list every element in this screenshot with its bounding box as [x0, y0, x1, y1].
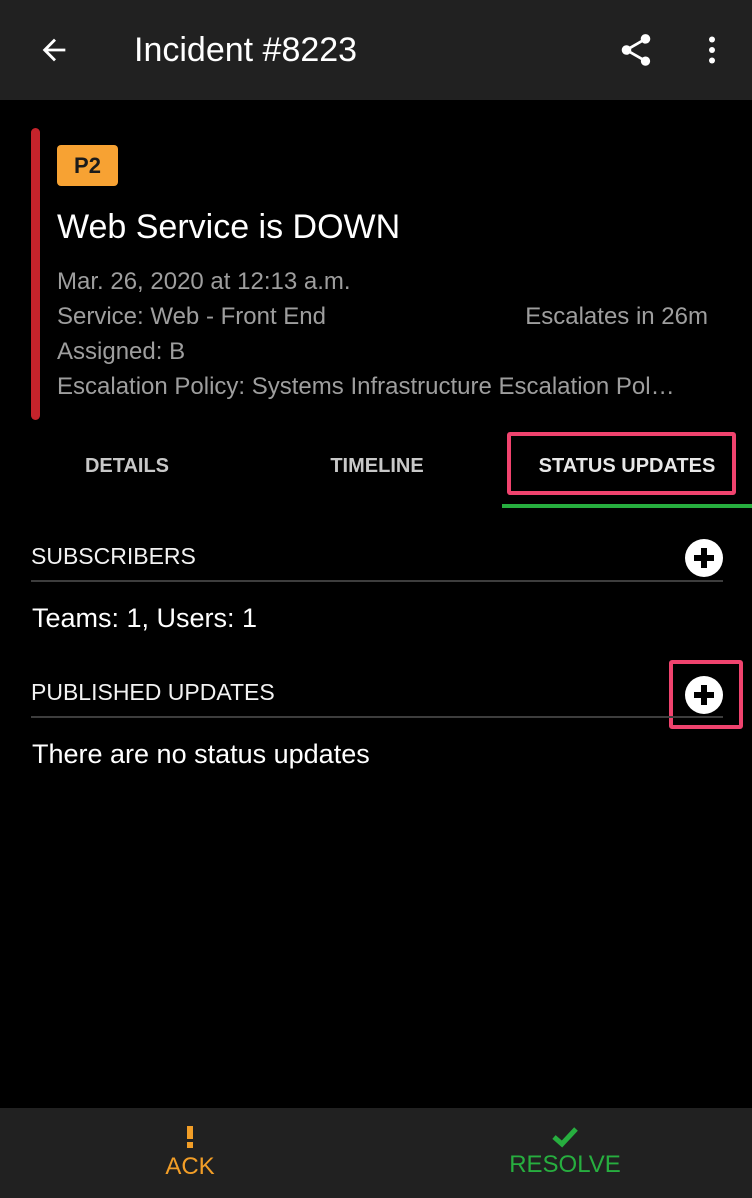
empty-updates-message: There are no status updates: [32, 739, 370, 769]
more-vertical-icon: [709, 36, 715, 64]
published-updates-heading: PUBLISHED UPDATES: [31, 679, 275, 705]
tab-highlight-box: [507, 432, 736, 495]
resolve-label: RESOLVE: [509, 1151, 621, 1178]
add-status-update-button[interactable]: [685, 676, 723, 714]
share-icon: [621, 34, 651, 66]
more-options-button[interactable]: [692, 28, 732, 72]
share-button[interactable]: [614, 28, 658, 72]
page-title: Incident #8223: [134, 31, 358, 69]
incident-title: Web Service is DOWN: [57, 208, 401, 246]
escalation-policy: Escalation Policy: Systems Infrastructur…: [57, 373, 675, 400]
bottom-action-bar: ACK RESOLVE: [0, 1108, 752, 1198]
tab-details[interactable]: DETAILS: [27, 446, 227, 486]
subscribers-heading: SUBSCRIBERS: [31, 543, 196, 569]
priority-badge: P2: [57, 145, 118, 186]
ack-button[interactable]: ACK: [40, 1108, 340, 1198]
tab-bar: DETAILS TIMELINE STATUS UPDATES: [0, 430, 752, 510]
published-updates-divider: [31, 716, 723, 718]
back-button[interactable]: [34, 30, 74, 70]
add-subscriber-button[interactable]: [685, 539, 723, 577]
exclamation-icon: [187, 1126, 193, 1148]
resolve-button[interactable]: RESOLVE: [415, 1108, 715, 1198]
ack-label: ACK: [165, 1153, 215, 1180]
arrow-left-icon: [42, 38, 66, 62]
plus-circle-icon: [694, 685, 714, 705]
incident-assignee: Assigned: B: [57, 338, 186, 365]
severity-stripe: [31, 128, 40, 420]
tab-timeline[interactable]: TIMELINE: [277, 446, 477, 486]
subscribers-summary: Teams: 1, Users: 1: [32, 603, 258, 633]
incident-summary: P2 Web Service is DOWN Mar. 26, 2020 at …: [0, 100, 752, 430]
incident-date: Mar. 26, 2020 at 12:13 a.m.: [57, 268, 351, 295]
plus-circle-icon: [694, 548, 714, 568]
checkmark-icon: [552, 1127, 578, 1148]
active-tab-indicator: [502, 504, 752, 508]
app-bar: Incident #8223: [0, 0, 752, 100]
incident-service: Service: Web - Front End: [57, 303, 326, 330]
subscribers-divider: [31, 580, 723, 582]
escalation-countdown: Escalates in 26m: [525, 303, 708, 330]
